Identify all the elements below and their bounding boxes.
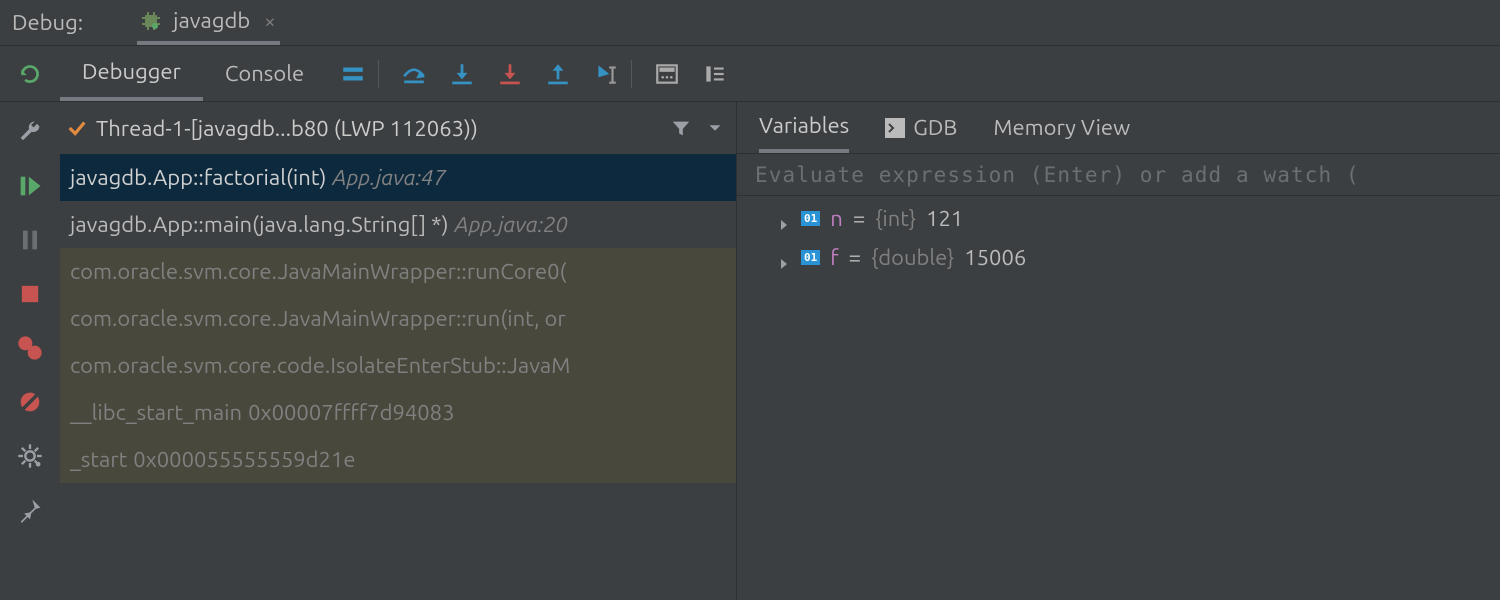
run-to-cursor-icon[interactable] xyxy=(593,61,619,87)
force-step-into-icon[interactable] xyxy=(497,61,523,87)
thread-selector[interactable]: Thread-1-[javagdb...b80 (LWP 112063)) xyxy=(60,102,736,154)
rerun-icon[interactable] xyxy=(17,61,43,87)
trace-current-stream-icon[interactable] xyxy=(702,61,728,87)
expand-icon[interactable] xyxy=(777,212,791,226)
mute-breakpoints-icon[interactable] xyxy=(16,388,44,416)
threads-view-icon[interactable] xyxy=(340,61,366,87)
tab-gdb-label: GDB xyxy=(913,115,957,140)
close-icon[interactable]: × xyxy=(264,9,275,32)
wrench-icon[interactable] xyxy=(16,118,44,146)
variable-type: {double} xyxy=(871,245,954,270)
tab-console[interactable]: Console xyxy=(203,46,326,101)
type-badge: 01 xyxy=(801,250,820,265)
frame-text: com.oracle.svm.core.JavaMainWrapper::run… xyxy=(70,259,566,284)
frame-text: javagdb.App::main(java.lang.String[] *) xyxy=(70,212,449,237)
stack-frame-row[interactable]: com.oracle.svm.core.code.IsolateEnterStu… xyxy=(60,342,736,389)
tab-debugger[interactable]: Debugger xyxy=(60,46,203,101)
debug-tab-bar: Debug: javagdb × xyxy=(0,0,1500,46)
frame-text: com.oracle.svm.core.code.IsolateEnterStu… xyxy=(70,353,570,378)
stack-frame-row[interactable]: javagdb.App::factorial(int)App.java:47 xyxy=(60,154,736,201)
step-over-icon[interactable] xyxy=(401,61,427,87)
step-out-icon[interactable] xyxy=(545,61,571,87)
separator xyxy=(378,60,379,88)
separator xyxy=(631,60,632,88)
evaluate-expression-icon[interactable] xyxy=(654,61,680,87)
frame-location: App.java:47 xyxy=(332,165,445,190)
stop-icon[interactable] xyxy=(16,280,44,308)
variable-row[interactable]: 01 n = {int} 121 xyxy=(777,206,1500,231)
pause-icon[interactable] xyxy=(16,226,44,254)
frame-location: 0x00007ffff7d94083 xyxy=(248,400,454,425)
frame-location: App.java:20 xyxy=(455,212,568,237)
equals-sign: = xyxy=(853,206,865,231)
variable-name: n xyxy=(830,206,843,231)
variable-value: 121 xyxy=(926,206,963,231)
chevron-down-icon[interactable] xyxy=(704,117,726,139)
variable-row[interactable]: 01 f = {double} 15006 xyxy=(777,245,1500,270)
type-badge: 01 xyxy=(801,211,820,226)
stack-frame-row[interactable]: com.oracle.svm.core.JavaMainWrapper::run… xyxy=(60,295,736,342)
variables-tab-bar: Variables GDB Memory View xyxy=(737,102,1500,154)
check-icon xyxy=(66,117,88,139)
settings-gear-icon[interactable] xyxy=(16,442,44,470)
tab-variables[interactable]: Variables xyxy=(759,102,849,153)
thread-title: Thread-1-[javagdb...b80 (LWP 112063)) xyxy=(96,116,478,141)
variable-value: 15006 xyxy=(964,245,1026,270)
equals-sign: = xyxy=(849,245,861,270)
pin-icon[interactable] xyxy=(16,496,44,524)
frame-list: javagdb.App::factorial(int)App.java:47ja… xyxy=(60,154,736,600)
evaluate-expression-input[interactable]: Evaluate expression (Enter) or add a wat… xyxy=(737,154,1500,196)
debug-side-actions xyxy=(0,102,60,600)
tab-gdb[interactable]: GDB xyxy=(885,102,957,153)
variables-pane: Variables GDB Memory View Evaluate expre… xyxy=(736,102,1500,600)
frame-location: 0x000055555559d21e xyxy=(133,447,355,472)
step-into-icon[interactable] xyxy=(449,61,475,87)
resume-icon[interactable] xyxy=(16,172,44,200)
terminal-icon xyxy=(885,118,905,138)
variable-type: {int} xyxy=(875,206,916,231)
frame-text: com.oracle.svm.core.JavaMainWrapper::run… xyxy=(70,306,566,331)
debug-panel-label: Debug: xyxy=(12,10,83,35)
stack-frame-row[interactable]: _start0x000055555559d21e xyxy=(60,436,736,483)
stack-frame-row[interactable]: __libc_start_main0x00007ffff7d94083 xyxy=(60,389,736,436)
frame-text: javagdb.App::factorial(int) xyxy=(70,165,326,190)
session-tab-label: javagdb xyxy=(173,8,250,33)
expand-icon[interactable] xyxy=(777,251,791,265)
filter-icon[interactable] xyxy=(670,117,692,139)
chip-icon xyxy=(139,9,163,33)
frames-pane: Thread-1-[javagdb...b80 (LWP 112063)) ja… xyxy=(60,102,736,600)
debug-main-area: Thread-1-[javagdb...b80 (LWP 112063)) ja… xyxy=(0,102,1500,600)
debug-toolbar: Debugger Console xyxy=(0,46,1500,102)
frame-text: __libc_start_main xyxy=(70,400,242,425)
stack-frame-row[interactable]: javagdb.App::main(java.lang.String[] *)A… xyxy=(60,201,736,248)
variables-list: 01n={int}12101f={double}15006 xyxy=(737,196,1500,270)
view-breakpoints-icon[interactable] xyxy=(16,334,44,362)
debug-session-tab[interactable]: javagdb × xyxy=(137,0,279,45)
tab-memory-view[interactable]: Memory View xyxy=(993,102,1130,153)
frame-text: _start xyxy=(70,447,127,472)
stack-frame-row[interactable]: com.oracle.svm.core.JavaMainWrapper::run… xyxy=(60,248,736,295)
variable-name: f xyxy=(830,245,838,270)
